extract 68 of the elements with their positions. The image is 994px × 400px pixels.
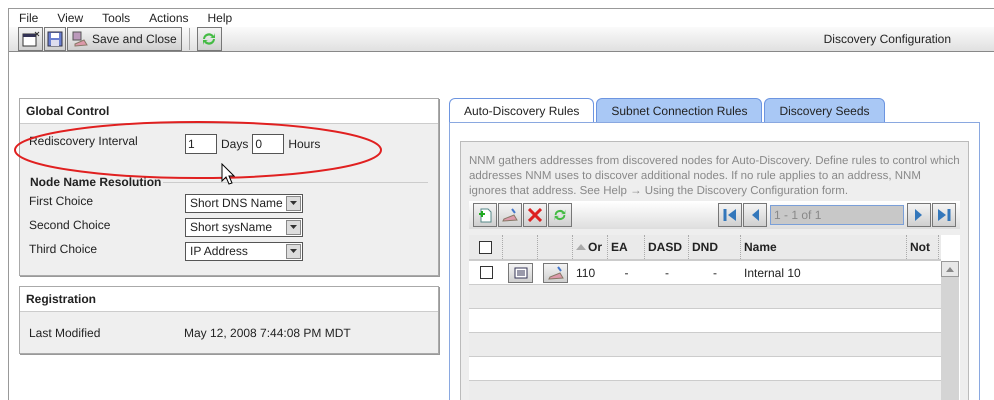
first-page-icon	[723, 208, 737, 222]
next-page-button[interactable]	[907, 203, 931, 227]
field-value: May 12, 2008 7:44:08 PM MDT	[184, 325, 351, 342]
window-close-icon	[22, 31, 40, 47]
refresh-button[interactable]	[548, 203, 572, 227]
field-label: Rediscovery Interval	[29, 133, 139, 150]
refresh-icon	[552, 207, 568, 223]
menu-item[interactable]: Help	[208, 9, 232, 27]
delete-icon	[528, 208, 542, 222]
scroll-up-icon[interactable]	[941, 261, 959, 277]
tab[interactable]: Discovery Seeds	[764, 98, 885, 123]
unit-label: Hours	[288, 136, 320, 153]
table-cell-text: -	[664, 264, 670, 282]
tab[interactable]: Subnet Connection Rules	[596, 98, 762, 123]
edit-icon	[502, 207, 518, 223]
table-cell-text: -	[712, 264, 718, 282]
field-label: First Choice	[29, 193, 94, 210]
add-document-icon	[477, 207, 493, 223]
edit-icon	[548, 264, 564, 280]
days-field[interactable]: 1	[185, 134, 217, 154]
menu-item[interactable]: Actions	[149, 9, 189, 27]
save-button[interactable]	[44, 27, 66, 51]
save-and-close-button[interactable]: Save and Close	[67, 27, 182, 51]
section-title: Node Name Resolution	[30, 174, 162, 191]
panel-title: Global Control	[26, 103, 110, 120]
refresh-button[interactable]	[196, 27, 222, 51]
column-header[interactable]: Name	[741, 235, 907, 259]
checkbox[interactable]	[479, 240, 492, 254]
field-label: Last Modified	[29, 325, 102, 342]
menu-item[interactable]: View	[57, 9, 84, 27]
checkbox[interactable]	[480, 266, 492, 279]
edit-button[interactable]	[543, 262, 568, 282]
column-header[interactable]: DND	[689, 235, 741, 259]
field-label: Second Choice	[29, 217, 112, 234]
first-page-button[interactable]	[718, 203, 742, 227]
new-button[interactable]	[473, 203, 497, 227]
panel-title: Registration	[26, 291, 96, 308]
table-cell-text: Internal 10	[743, 264, 802, 282]
previous-page-button[interactable]	[743, 203, 767, 227]
field-label: Third Choice	[29, 241, 98, 258]
dropdown[interactable]: Short DNS Name	[185, 194, 303, 212]
menu-item[interactable]: Tools	[102, 9, 130, 27]
scrollbar[interactable]	[941, 261, 959, 400]
tab[interactable]: Auto-Discovery Rules	[449, 98, 594, 123]
close-window-button[interactable]	[18, 27, 43, 51]
page-indicator: 1 - 1 of 1	[770, 205, 904, 225]
window-title: Discovery Configuration	[824, 31, 951, 48]
mouse-cursor-icon	[221, 163, 235, 185]
description-text: NNM gathers addresses from discovered nodes for Auto-Discovery. Define rules to control which addresses NNM uses to discover additional nodes. If no rule applies to an address, NNM ignores that address. See Help → Using the Discovery Configuration form.	[469, 154, 960, 199]
unit-label: Days	[221, 136, 248, 153]
column-header[interactable]: Not	[907, 235, 939, 259]
table-cell-text: -	[624, 264, 630, 282]
table-cell-text: 110	[575, 264, 596, 282]
hours-field[interactable]: 0	[252, 134, 284, 154]
menu-item[interactable]: File	[19, 9, 38, 27]
details-button[interactable]	[508, 262, 533, 282]
column-header[interactable]: DASD	[645, 235, 689, 259]
delete-button[interactable]	[523, 203, 547, 227]
dropdown[interactable]: Short sysName	[185, 218, 303, 236]
last-page-icon	[937, 208, 951, 222]
dropdown[interactable]: IP Address	[185, 242, 303, 260]
sort-ascending-icon	[576, 244, 586, 250]
edit-button[interactable]	[498, 203, 522, 227]
column-header[interactable]: EA	[608, 235, 645, 259]
column-header[interactable]: Or	[573, 235, 608, 259]
last-page-button[interactable]	[932, 203, 956, 227]
save-close-icon	[72, 31, 88, 47]
list-icon	[514, 266, 528, 278]
